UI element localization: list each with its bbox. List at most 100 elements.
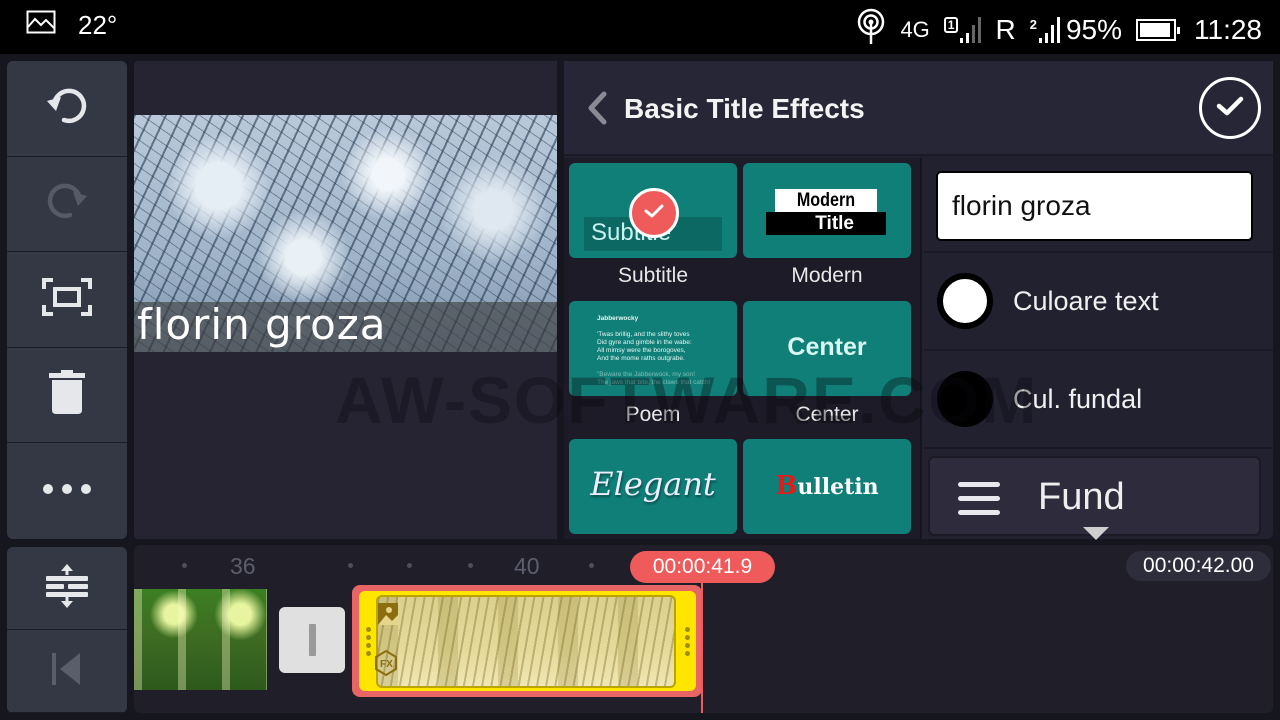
poem-line: Jabberwocky [597, 315, 639, 322]
poem-line: All mimsy were the borogoves, [597, 347, 686, 354]
ruler-label: 36 [230, 553, 256, 579]
effect-tile-bulletin[interactable]: Bulletin [743, 439, 911, 534]
timeline-tools [7, 547, 127, 713]
background-color-swatch[interactable] [937, 371, 993, 427]
background-color-row[interactable]: Cul. fundal [924, 351, 1273, 447]
divider [924, 447, 1273, 449]
ruler-tick [468, 563, 473, 568]
effect-tile-elegant[interactable]: Elegant [569, 439, 737, 534]
effect-tile-subtitle[interactable]: Subtitle [569, 163, 737, 258]
sim1-badge: 1 [943, 16, 959, 33]
ruler-tick [407, 563, 412, 568]
clock: 11:28 [1194, 13, 1262, 45]
poem-line [597, 323, 710, 331]
battery-percent: 95% [1065, 13, 1122, 45]
gallery-notification-icon [26, 10, 56, 41]
background-color-label: Cul. fundal [1013, 383, 1143, 414]
battery-icon [1136, 18, 1180, 41]
fit-screen-icon [42, 277, 92, 322]
poem-line: The jaws that bite, the claws that catch… [597, 379, 711, 386]
dropdown-value: Fund [1038, 476, 1125, 518]
text-color-swatch[interactable] [937, 273, 993, 329]
bulletin-initial: B [775, 471, 798, 501]
total-duration-badge: 00:00:42.00 [1126, 551, 1271, 581]
effect-label-subtitle: Subtitle [617, 264, 689, 287]
video-clip-forest[interactable] [134, 589, 267, 690]
effects-grid: Subtitle Subtitle Modern Title Modern Ja… [564, 158, 922, 539]
redo-icon [44, 178, 90, 229]
background-style-dropdown[interactable]: Fund [928, 456, 1261, 540]
dropdown-arrow-icon [1083, 527, 1109, 540]
signal-bars-icon [1038, 16, 1060, 43]
effect-label-modern: Modern [791, 264, 863, 287]
title-effects-panel: Basic Title Effects Subtitle Subtitle Mo… [564, 61, 1273, 540]
more-options-button[interactable] [7, 443, 127, 539]
image-icon [378, 603, 398, 630]
poem-line [597, 363, 710, 371]
undo-button[interactable] [7, 61, 127, 157]
selected-badge [629, 188, 679, 238]
center-preview-text: Center [787, 333, 867, 361]
clip-right-handle[interactable] [685, 627, 690, 656]
effect-tile-poem[interactable]: Jabberwocky 'Twas brillig, and the slith… [569, 301, 737, 396]
panel-title: Basic Title Effects [624, 93, 865, 124]
editor-toolbar [7, 61, 127, 539]
effect-label-poem: Poem [625, 403, 681, 426]
app-root: 22° 4G 1 R 2 95% 11:28 florin groza Basi… [0, 0, 1280, 720]
undo-icon [44, 83, 90, 134]
hotspot-icon [856, 8, 886, 51]
jump-to-start-button[interactable] [7, 630, 127, 713]
svg-text:FX: FX [380, 659, 393, 670]
text-color-row[interactable]: Culoare text [924, 253, 1273, 349]
ruler-label: 40 [514, 553, 540, 579]
video-preview[interactable]: florin groza [134, 61, 557, 539]
title-text-input[interactable]: florin groza [936, 171, 1253, 241]
sim2-badge: 2 [1029, 16, 1037, 32]
confirm-button[interactable] [1199, 77, 1261, 139]
effect-tile-center[interactable]: Center [743, 301, 911, 396]
ruler-tick [589, 563, 594, 568]
fit-screen-button[interactable] [7, 252, 127, 348]
chevron-left-icon [586, 91, 608, 129]
redo-button[interactable] [7, 157, 127, 253]
fx-icon: FX [375, 649, 397, 681]
timeline[interactable]: 36 40 FX 00:00:41.9 00:00:42.00 [134, 545, 1273, 713]
current-time-badge: 00:00:41.9 [630, 551, 775, 583]
subtitle-overlay-text[interactable]: florin groza [137, 300, 387, 350]
effect-label-center: Center [795, 403, 859, 426]
battery-fill [1140, 22, 1171, 37]
panel-header: Basic Title Effects [564, 61, 1273, 156]
modern-preview-line1: Modern [775, 189, 877, 212]
check-icon [643, 203, 665, 224]
signal-bars-icon [960, 16, 982, 43]
back-button[interactable] [586, 91, 608, 130]
transition-icon [308, 624, 316, 656]
menu-icon [958, 480, 1000, 521]
temperature: 22° [78, 10, 118, 40]
poem-preview-text: Jabberwocky 'Twas brillig, and the slith… [597, 315, 710, 387]
sim1-signal: 1 [943, 16, 982, 43]
bulletin-preview-text: Bulletin [743, 471, 911, 501]
clip-left-handle[interactable] [366, 627, 371, 656]
network-type: 4G [900, 16, 930, 42]
text-color-label: Culoare text [1013, 285, 1159, 316]
roaming-indicator: R [995, 13, 1016, 45]
effect-tile-modern[interactable]: Modern Title [743, 163, 911, 258]
bulletin-rest: ulletin [797, 474, 879, 500]
expand-tracks-icon [45, 563, 89, 613]
elegant-preview-text: Elegant [590, 465, 716, 503]
playhead[interactable] [701, 579, 703, 713]
poem-line: And the mome raths outgrabe. [597, 355, 685, 362]
check-icon [1215, 94, 1245, 123]
skip-to-start-icon [52, 652, 82, 691]
status-bar: 22° 4G 1 R 2 95% 11:28 [0, 0, 1280, 54]
poem-line: Did gyre and gimble in the wabe: [597, 339, 692, 346]
ruler-tick [348, 563, 353, 568]
sim2-signal: 2 [1029, 16, 1060, 43]
expand-tracks-button[interactable] [7, 547, 127, 630]
modern-preview-line2: Title [766, 212, 886, 235]
text-style-controls: florin groza Culoare text Cul. fundal Fu… [924, 158, 1273, 540]
ruler-tick [182, 563, 187, 568]
transition-button[interactable] [279, 607, 345, 673]
delete-button[interactable] [7, 348, 127, 444]
